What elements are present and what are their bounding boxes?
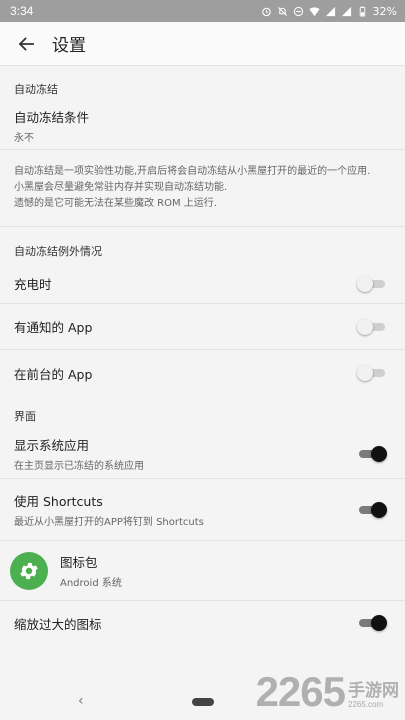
app-bar: 设置: [0, 22, 405, 66]
show-system-apps-pref[interactable]: 显示系统应用 在主页显示已冻结的系统应用: [0, 429, 405, 479]
pref-title: 自动冻结条件: [14, 110, 90, 125]
auto-freeze-description: 自动冻结是一项实验性功能,开启后将会自动冻结从小黑屋打开的最近的一个应用. 小黑…: [0, 150, 405, 227]
icon-pack-pref[interactable]: 图标包 Android 系统: [0, 541, 405, 601]
section-header-exceptions: 自动冻结例外情况: [14, 245, 102, 258]
battery-percent: 32%: [372, 4, 397, 18]
foreground-app-toggle[interactable]: [357, 365, 387, 381]
alarm-icon: [261, 7, 271, 16]
icon-pack-avatar: [10, 551, 48, 590]
description-line: 遗憾的是它可能无法在某些魔改 ROM 上运行.: [14, 198, 217, 209]
watermark-url: 2265.com: [348, 700, 384, 709]
notification-app-exception-pref[interactable]: 有通知的 App: [0, 304, 405, 350]
signal-icon: [341, 6, 351, 16]
auto-freeze-condition-pref[interactable]: 自动冻结条件 永不: [0, 102, 405, 150]
charging-toggle[interactable]: [357, 275, 387, 292]
battery-icon: [359, 5, 365, 17]
section-header-auto-freeze: 自动冻结: [14, 83, 58, 96]
pref-title: 充电时: [14, 277, 52, 292]
pref-title: 缩放过大的图标: [14, 616, 102, 632]
use-shortcuts-pref[interactable]: 使用 Shortcuts 最近从小黑屋打开的APP将钉到 Shortcuts: [0, 479, 405, 541]
signal-icon: [325, 6, 335, 16]
description-line: 自动冻结是一项实验性功能,开启后将会自动冻结从小黑屋打开的最近的一个应用.: [14, 166, 371, 177]
pref-title: 有通知的 App: [14, 320, 93, 335]
pref-title: 图标包: [60, 555, 98, 570]
status-bar: 3:34 32%: [0, 0, 405, 22]
arrow-back-icon: [18, 36, 34, 51]
wifi-icon: [309, 6, 320, 16]
pref-summary: 永不: [14, 133, 34, 144]
pref-title: 显示系统应用: [14, 438, 90, 453]
watermark-logo: 2265 手游网 2265.com: [255, 668, 399, 715]
status-time: 3:34: [10, 4, 34, 18]
watermark-text: 手游网: [348, 681, 399, 701]
notification-app-toggle[interactable]: [357, 318, 387, 335]
pref-title: 使用 Shortcuts: [14, 494, 103, 509]
pref-summary: Android 系统: [60, 578, 122, 589]
gear-icon: [20, 562, 38, 579]
scale-icons-toggle[interactable]: [357, 615, 387, 631]
back-button[interactable]: [0, 22, 52, 66]
section-header-interface: 界面: [14, 410, 36, 423]
pref-title: 在前台的 App: [14, 366, 93, 382]
page-title: 设置: [52, 36, 86, 56]
status-icons: 32%: [261, 5, 397, 18]
notifications-off-icon: [277, 6, 287, 16]
home-pill[interactable]: [191, 698, 214, 706]
show-system-apps-toggle[interactable]: [357, 445, 387, 462]
watermark-number: 2265: [255, 668, 346, 715]
description-line: 小黑屋会尽量避免常驻内存并实现自动冻结功能.: [14, 182, 228, 193]
pref-summary: 最近从小黑屋打开的APP将钉到 Shortcuts: [14, 517, 204, 528]
scale-icons-pref[interactable]: 缩放过大的图标: [0, 601, 405, 645]
charging-exception-pref[interactable]: 充电时: [0, 264, 405, 304]
pref-summary: 在主页显示已冻结的系统应用: [14, 461, 144, 472]
use-shortcuts-toggle[interactable]: [357, 501, 387, 518]
foreground-app-exception-pref[interactable]: 在前台的 App: [0, 350, 405, 396]
nav-back-icon[interactable]: ‹: [78, 693, 84, 709]
do-not-disturb-icon: [293, 6, 303, 16]
